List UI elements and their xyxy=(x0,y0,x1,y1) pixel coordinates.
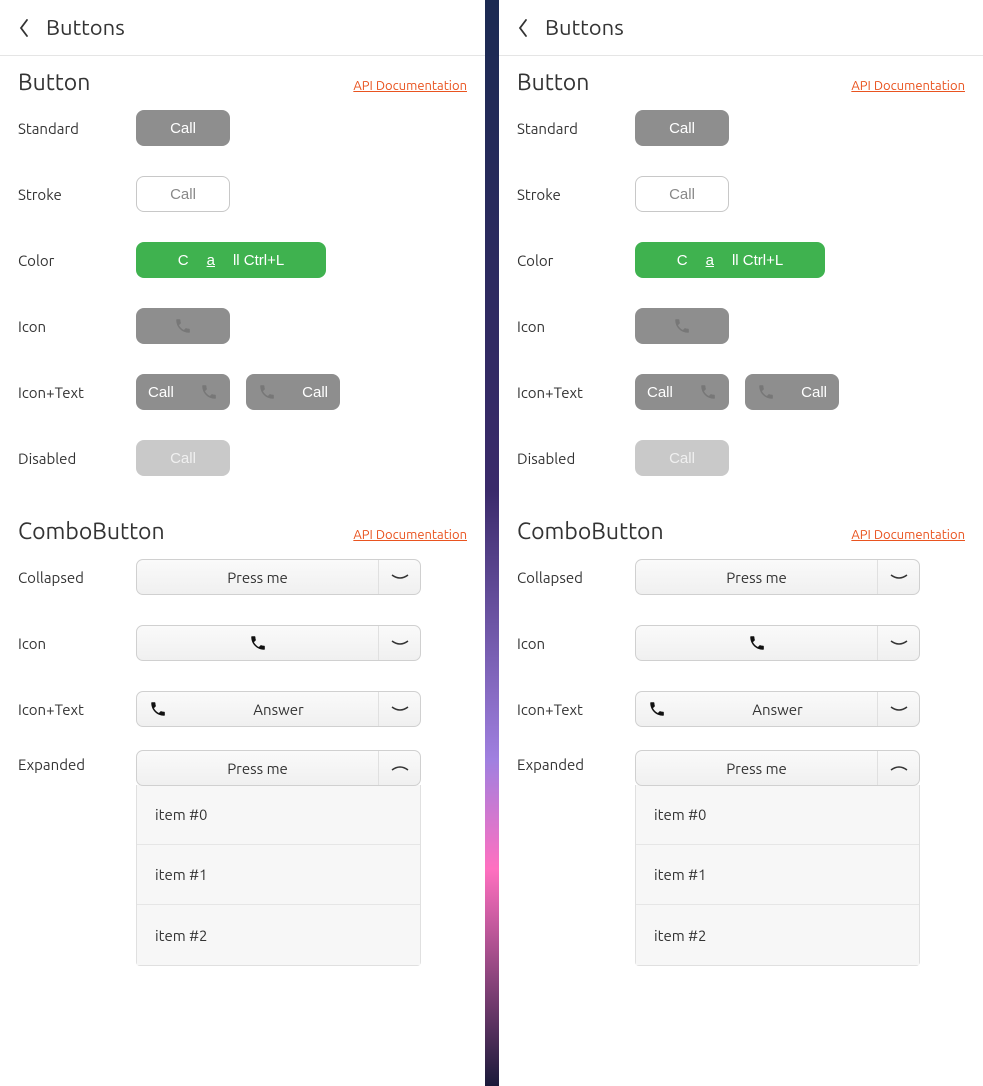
chevron-down-icon[interactable] xyxy=(378,560,420,594)
phone-icon xyxy=(699,383,717,401)
chevron-up-icon[interactable] xyxy=(378,751,420,785)
left-pane: Buttons Button API Documentation Standar… xyxy=(0,0,485,1086)
phone-icon xyxy=(174,317,192,335)
combo-item[interactable]: item #2 xyxy=(137,905,420,965)
button-color[interactable]: Call Ctrl+L xyxy=(635,242,825,278)
label-color: Color xyxy=(18,252,136,269)
button-disabled: Call xyxy=(635,440,729,476)
page-title: Buttons xyxy=(545,15,624,40)
combo-collapsed[interactable]: Press me xyxy=(635,559,920,595)
combo-icontext[interactable]: Answer xyxy=(136,691,421,727)
api-link-combo[interactable]: API Documentation xyxy=(851,528,965,542)
label-combo-icon: Icon xyxy=(517,635,635,652)
button-color[interactable]: Call Ctrl+L xyxy=(136,242,326,278)
label-stroke: Stroke xyxy=(18,186,136,203)
button-icon[interactable] xyxy=(635,308,729,344)
api-link-combo[interactable]: API Documentation xyxy=(353,528,467,542)
chevron-up-icon[interactable] xyxy=(877,751,919,785)
combo-icon[interactable] xyxy=(635,625,920,661)
combo-item[interactable]: item #1 xyxy=(137,845,420,905)
right-pane: Buttons Button API Documentation Standar… xyxy=(499,0,983,1086)
chevron-down-icon[interactable] xyxy=(378,626,420,660)
back-icon[interactable] xyxy=(517,18,529,38)
label-icon: Icon xyxy=(18,318,136,335)
button-icontext-1[interactable]: Call xyxy=(635,374,729,410)
label-color: Color xyxy=(517,252,635,269)
label-combo-expanded: Expanded xyxy=(18,750,136,773)
combo-expanded-list: item #0 item #1 item #2 xyxy=(136,785,421,966)
section-combo: ComboButton API Documentation Collapsed … xyxy=(0,491,485,966)
combo-item[interactable]: item #1 xyxy=(636,845,919,905)
label-combo-icontext: Icon+Text xyxy=(517,701,635,718)
combo-expanded[interactable]: Press me xyxy=(635,750,920,786)
section-title-combo: ComboButton xyxy=(18,519,165,544)
phone-icon xyxy=(149,700,167,718)
section-button: Button API Documentation Standard Call S… xyxy=(499,56,983,491)
api-link-button[interactable]: API Documentation xyxy=(851,79,965,93)
combo-collapsed[interactable]: Press me xyxy=(136,559,421,595)
phone-icon xyxy=(249,634,267,652)
section-title-combo: ComboButton xyxy=(517,519,664,544)
label-combo-collapsed: Collapsed xyxy=(517,569,635,586)
label-disabled: Disabled xyxy=(517,450,635,467)
section-title-button: Button xyxy=(18,70,90,95)
combo-item[interactable]: item #0 xyxy=(636,785,919,845)
label-combo-icon: Icon xyxy=(18,635,136,652)
button-icontext-2[interactable]: Call xyxy=(246,374,340,410)
api-link-button[interactable]: API Documentation xyxy=(353,79,467,93)
label-combo-icontext: Icon+Text xyxy=(18,701,136,718)
label-icontext: Icon+Text xyxy=(517,384,635,401)
button-icon[interactable] xyxy=(136,308,230,344)
button-stroke[interactable]: Call xyxy=(635,176,729,212)
header: Buttons xyxy=(499,0,983,56)
phone-icon xyxy=(648,700,666,718)
phone-icon xyxy=(748,634,766,652)
combo-icontext[interactable]: Answer xyxy=(635,691,920,727)
combo-expanded[interactable]: Press me xyxy=(136,750,421,786)
label-combo-collapsed: Collapsed xyxy=(18,569,136,586)
button-standard[interactable]: Call xyxy=(635,110,729,146)
label-standard: Standard xyxy=(517,120,635,137)
label-combo-expanded: Expanded xyxy=(517,750,635,773)
label-stroke: Stroke xyxy=(517,186,635,203)
chevron-down-icon[interactable] xyxy=(877,560,919,594)
button-standard[interactable]: Call xyxy=(136,110,230,146)
chevron-down-icon[interactable] xyxy=(877,692,919,726)
section-button: Button API Documentation Standard Call S… xyxy=(0,56,485,491)
button-stroke[interactable]: Call xyxy=(136,176,230,212)
label-icontext: Icon+Text xyxy=(18,384,136,401)
label-icon: Icon xyxy=(517,318,635,335)
phone-icon xyxy=(200,383,218,401)
combo-expanded-list: item #0 item #1 item #2 xyxy=(635,785,920,966)
section-title-button: Button xyxy=(517,70,589,95)
combo-item[interactable]: item #0 xyxy=(137,785,420,845)
phone-icon xyxy=(757,383,775,401)
button-icontext-1[interactable]: Call xyxy=(136,374,230,410)
label-disabled: Disabled xyxy=(18,450,136,467)
chevron-down-icon[interactable] xyxy=(877,626,919,660)
combo-icon[interactable] xyxy=(136,625,421,661)
label-standard: Standard xyxy=(18,120,136,137)
back-icon[interactable] xyxy=(18,18,30,38)
combo-item[interactable]: item #2 xyxy=(636,905,919,965)
phone-icon xyxy=(673,317,691,335)
button-disabled: Call xyxy=(136,440,230,476)
header: Buttons xyxy=(0,0,485,56)
phone-icon xyxy=(258,383,276,401)
chevron-down-icon[interactable] xyxy=(378,692,420,726)
section-combo: ComboButton API Documentation Collapsed … xyxy=(499,491,983,966)
button-icontext-2[interactable]: Call xyxy=(745,374,839,410)
page-title: Buttons xyxy=(46,15,125,40)
